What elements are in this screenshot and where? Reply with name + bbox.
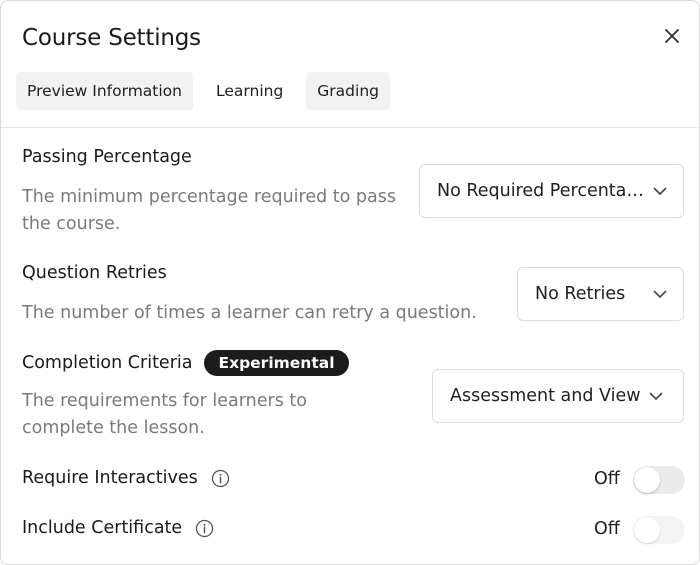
passing-percentage-select[interactable]: No Required Percentage [419,164,684,218]
require-interactives-title: Require Interactives [22,468,198,488]
passing-percentage-title: Passing Percentage [22,147,192,167]
toggle-knob [634,517,660,543]
tab-learning[interactable]: Learning [205,72,294,110]
question-retries-description: The number of times a learner can retry … [22,303,477,323]
close-icon [665,29,679,43]
completion-criteria-title: Completion Criteria [22,353,193,373]
include-certificate-state-label: Off [594,519,620,539]
completion-criteria-select[interactable]: Assessment and View [432,369,684,423]
experimental-badge: Experimental [204,350,349,376]
chevron-down-icon [653,187,667,196]
question-retries-select[interactable]: No Retries [517,267,684,321]
include-certificate-toggle[interactable] [633,516,685,544]
info-icon[interactable] [195,519,214,538]
dialog-title: Course Settings [22,25,201,51]
question-retries-title: Question Retries [22,263,167,283]
tab-grading[interactable]: Grading [306,72,390,110]
passing-percentage-description: The minimum percentage required to pass … [22,187,396,234]
include-certificate-title: Include Certificate [22,518,183,538]
toggle-knob [634,467,660,493]
require-interactives-toggle[interactable] [633,466,685,494]
course-settings-dialog: Course Settings Preview Information Lear… [0,0,700,565]
completion-criteria-value: Assessment and View [450,386,641,406]
question-retries-value: No Retries [535,284,626,304]
include-certificate-header: Include Certificate [22,518,214,538]
passing-percentage-value: No Required Percentage [437,181,647,201]
tab-bar: Preview Information Learning Grading [16,72,390,110]
chevron-down-icon [649,392,663,401]
info-icon[interactable] [211,469,230,488]
require-interactives-header: Require Interactives [22,468,230,488]
tab-preview-information[interactable]: Preview Information [16,72,193,110]
completion-criteria-description: The requirements for learners to complet… [22,391,307,438]
chevron-down-icon [653,290,667,299]
close-button[interactable] [659,23,685,49]
require-interactives-state-label: Off [594,469,620,489]
completion-criteria-header: Completion Criteria Experimental [22,350,349,376]
header-divider [1,127,699,128]
